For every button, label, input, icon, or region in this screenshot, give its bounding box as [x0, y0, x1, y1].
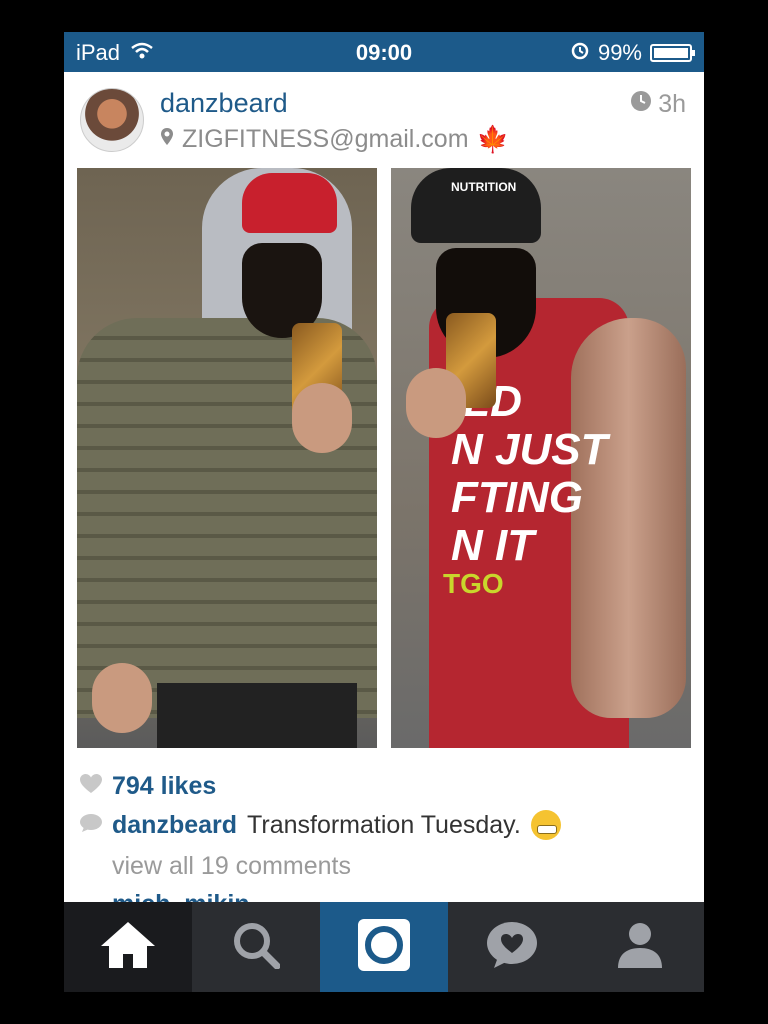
caption-username[interactable]: danzbeard — [112, 811, 237, 840]
heart-bubble-icon — [486, 921, 538, 974]
post-location[interactable]: ZIGFITNESS@gmail.com 🍁 — [160, 124, 509, 155]
time-ago-text: 3h — [658, 90, 686, 118]
camera-icon — [358, 918, 410, 976]
clock-icon — [630, 90, 652, 119]
location-pin-icon — [160, 125, 174, 154]
grinning-emoji-icon — [530, 810, 561, 840]
search-icon — [232, 921, 281, 974]
tab-profile[interactable] — [576, 902, 704, 992]
maple-leaf-icon: 🍁 — [476, 124, 509, 154]
alarm-icon — [570, 40, 590, 66]
caption-text: Transformation Tuesday. — [247, 810, 521, 839]
home-icon — [99, 920, 157, 975]
tab-activity[interactable] — [448, 902, 576, 992]
battery-icon — [650, 44, 695, 62]
post-image[interactable]: NUTRITION ILD N JUST FTING N IT TGO — [64, 168, 704, 764]
avatar[interactable] — [80, 88, 144, 152]
battery-percentage: 99% — [597, 40, 642, 65]
comment-bubble-icon — [80, 811, 102, 840]
location-text: ZIGFITNESS@gmail.com — [182, 125, 469, 153]
app-screen: iPad 09:00 99% danzbeard ZIGFITNESS@gmai… — [64, 32, 704, 992]
after-photo: NUTRITION ILD N JUST FTING N IT TGO — [391, 168, 691, 748]
view-comments-link[interactable]: view all 19 comments — [112, 852, 351, 881]
cap-text: NUTRITION — [451, 180, 517, 194]
status-bar: iPad 09:00 99% — [64, 32, 704, 72]
post-username[interactable]: danzbeard — [160, 88, 288, 119]
tab-camera[interactable] — [320, 902, 448, 992]
likes-row[interactable]: 794 likes — [80, 772, 216, 801]
tab-explore[interactable] — [192, 902, 320, 992]
profile-icon — [617, 921, 663, 974]
before-photo — [77, 168, 377, 748]
likes-count: 794 likes — [112, 772, 217, 800]
heart-icon — [80, 772, 102, 801]
bottom-tab-bar — [64, 902, 704, 992]
post-header: danzbeard ZIGFITNESS@gmail.com 🍁 3h — [64, 72, 704, 169]
tank-logo: TGO — [443, 568, 504, 599]
caption: danzbeard Transformation Tuesday. — [80, 810, 561, 840]
tab-home[interactable] — [64, 902, 192, 992]
post-time: 3h — [630, 90, 686, 119]
